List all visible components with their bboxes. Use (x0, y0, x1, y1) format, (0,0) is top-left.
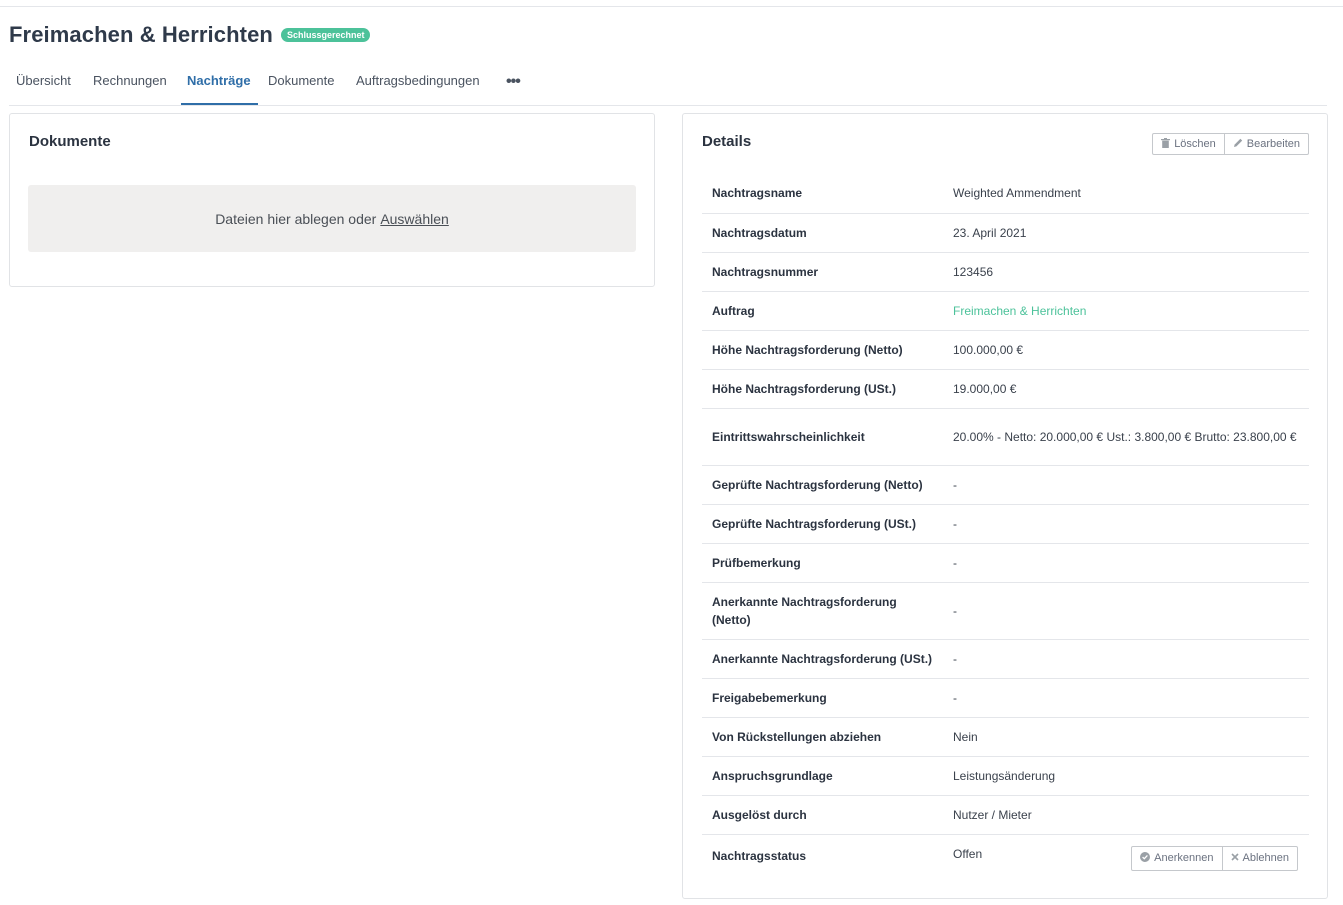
status-value: Offen (953, 846, 983, 861)
table-row: Von Rückstellungen abziehen Nein (702, 717, 1309, 757)
select-files-link[interactable]: Auswählen (380, 211, 449, 227)
tab-rechnungen[interactable]: Rechnungen (93, 73, 167, 88)
row-value: Nein (943, 717, 1309, 757)
row-label: Anerkannte Nachtragsforderung (Netto) (702, 582, 943, 640)
row-value: Weighted Ammendment (943, 174, 1309, 214)
row-label: Von Rückstellungen abziehen (702, 717, 943, 757)
reject-label: Ablehnen (1242, 852, 1290, 864)
row-label: Höhe Nachtragsforderung (USt.) (702, 369, 943, 409)
row-value: Nutzer / Mieter (943, 795, 1309, 835)
tab-uebersicht[interactable]: Übersicht (16, 73, 71, 88)
table-row: Höhe Nachtragsforderung (Netto) 100.000,0… (702, 330, 1309, 370)
table-row: Geprüfte Nachtragsforderung (USt.) - (702, 504, 1309, 544)
row-label: Anspruchsgrundlage (702, 756, 943, 796)
table-row: Nachtragsdatum 23. April 2021 (702, 213, 1309, 253)
dropzone-text: Dateien hier ablegen oder (215, 210, 377, 227)
top-divider (0, 6, 1343, 7)
pencil-icon (1233, 138, 1243, 151)
table-row: Geprüfte Nachtragsforderung (Netto) - (702, 465, 1309, 505)
row-value: Offen Anerkennen Ablehnen (943, 834, 1309, 878)
row-label: Höhe Nachtragsforderung (Netto) (702, 330, 943, 370)
table-row: Freigabebemerkung - (702, 678, 1309, 718)
row-label: Geprüfte Nachtragsforderung (USt.) (702, 504, 943, 544)
table-row: Ausgelöst durch Nutzer / Mieter (702, 795, 1309, 835)
details-actions: Löschen Bearbeiten (1152, 133, 1309, 155)
table-row: Nachtragsnummer 123456 (702, 252, 1309, 292)
table-row: Anerkannte Nachtragsforderung (Netto) - (702, 582, 1309, 640)
row-value: - (943, 639, 1309, 679)
accept-label: Anerkennen (1154, 852, 1214, 864)
row-value: - (943, 504, 1309, 544)
tab-bar: Übersicht Rechnungen Nachträge Dokumente… (9, 64, 1327, 106)
accept-button[interactable]: Anerkennen (1131, 845, 1223, 871)
edit-label: Bearbeiten (1246, 138, 1300, 150)
details-table: Nachtragsname Weighted Ammendment Nachtra… (702, 174, 1309, 878)
row-value: - (943, 678, 1309, 718)
row-value: 19.000,00 € (943, 369, 1309, 409)
row-label: Eintrittswahrscheinlichkeit (702, 408, 943, 466)
status-actions: Anerkennen Ablehnen (1131, 845, 1298, 871)
row-label: Anerkannte Nachtragsforderung (USt.) (702, 639, 943, 679)
status-badge: Schlussgerechnet (280, 28, 371, 42)
tab-dokumente[interactable]: Dokumente (268, 73, 334, 88)
table-row: Anerkannte Nachtragsforderung (USt.) - (702, 639, 1309, 679)
row-label: Freigabebemerkung (702, 678, 943, 718)
row-value: 100.000,00 € (943, 330, 1309, 370)
row-value: 20.00% - Netto: 20.000,00 € Ust.: 3.800,… (943, 408, 1309, 466)
check-circle-icon (1140, 851, 1151, 865)
ellipsis-icon[interactable]: ••• (506, 73, 521, 91)
documents-panel: Dokumente Dateien hier ablegen oder Ausw… (9, 113, 655, 287)
row-label: Auftrag (702, 291, 943, 331)
row-value: - (943, 543, 1309, 583)
page-title: Freimachen & Herrichten (9, 22, 273, 47)
row-label: Nachtragsname (702, 174, 943, 214)
row-label: Geprüfte Nachtragsforderung (Netto) (702, 465, 943, 505)
tab-auftragsbedingungen[interactable]: Auftragsbedingungen (356, 73, 480, 88)
table-row: Höhe Nachtragsforderung (USt.) 19.000,00 … (702, 369, 1309, 409)
details-title: Details (702, 133, 752, 150)
table-row: Nachtragsname Weighted Ammendment (702, 174, 1309, 214)
row-value: Leistungsänderung (943, 756, 1309, 796)
table-row: Anspruchsgrundlage Leistungsänderung (702, 756, 1309, 796)
row-value: 123456 (943, 252, 1309, 292)
documents-title: Dokumente (29, 133, 111, 150)
row-value: - (943, 465, 1309, 505)
row-label: Nachtragsstatus (712, 849, 807, 864)
row-label: Nachtragsdatum (702, 213, 943, 253)
reject-button[interactable]: Ablehnen (1222, 845, 1298, 871)
page-header: Freimachen & Herrichten Schlussgerechnet (9, 22, 371, 48)
row-label: Prüfbemerkung (702, 543, 943, 583)
delete-button[interactable]: Löschen (1152, 133, 1225, 155)
row-value: Freimachen & Herrichten (943, 291, 1309, 331)
tab-nachtraege[interactable]: Nachträge (187, 73, 251, 88)
auftrag-link[interactable]: Freimachen & Herrichten (953, 304, 1086, 318)
table-row: Eintrittswahrscheinlichkeit 20.00% - Nett… (702, 408, 1309, 466)
delete-label: Löschen (1174, 138, 1216, 150)
row-label: Ausgelöst durch (702, 795, 943, 835)
table-row: Prüfbemerkung - (702, 543, 1309, 583)
details-panel: Details Löschen Bearbeiten Nachtragsname… (682, 113, 1328, 899)
row-value: - (943, 582, 1309, 640)
edit-button[interactable]: Bearbeiten (1224, 133, 1309, 155)
file-dropzone[interactable]: Dateien hier ablegen oder Auswählen (28, 185, 636, 252)
close-icon (1230, 852, 1239, 864)
row-value: 23. April 2021 (943, 213, 1309, 253)
row-label: Nachtragsnummer (702, 252, 943, 292)
trash-icon (1161, 137, 1171, 151)
table-row: Nachtragsstatus Offen Anerkennen Ablehne… (702, 834, 1309, 878)
active-tab-indicator (181, 103, 258, 105)
table-row: Auftrag Freimachen & Herrichten (702, 291, 1309, 331)
